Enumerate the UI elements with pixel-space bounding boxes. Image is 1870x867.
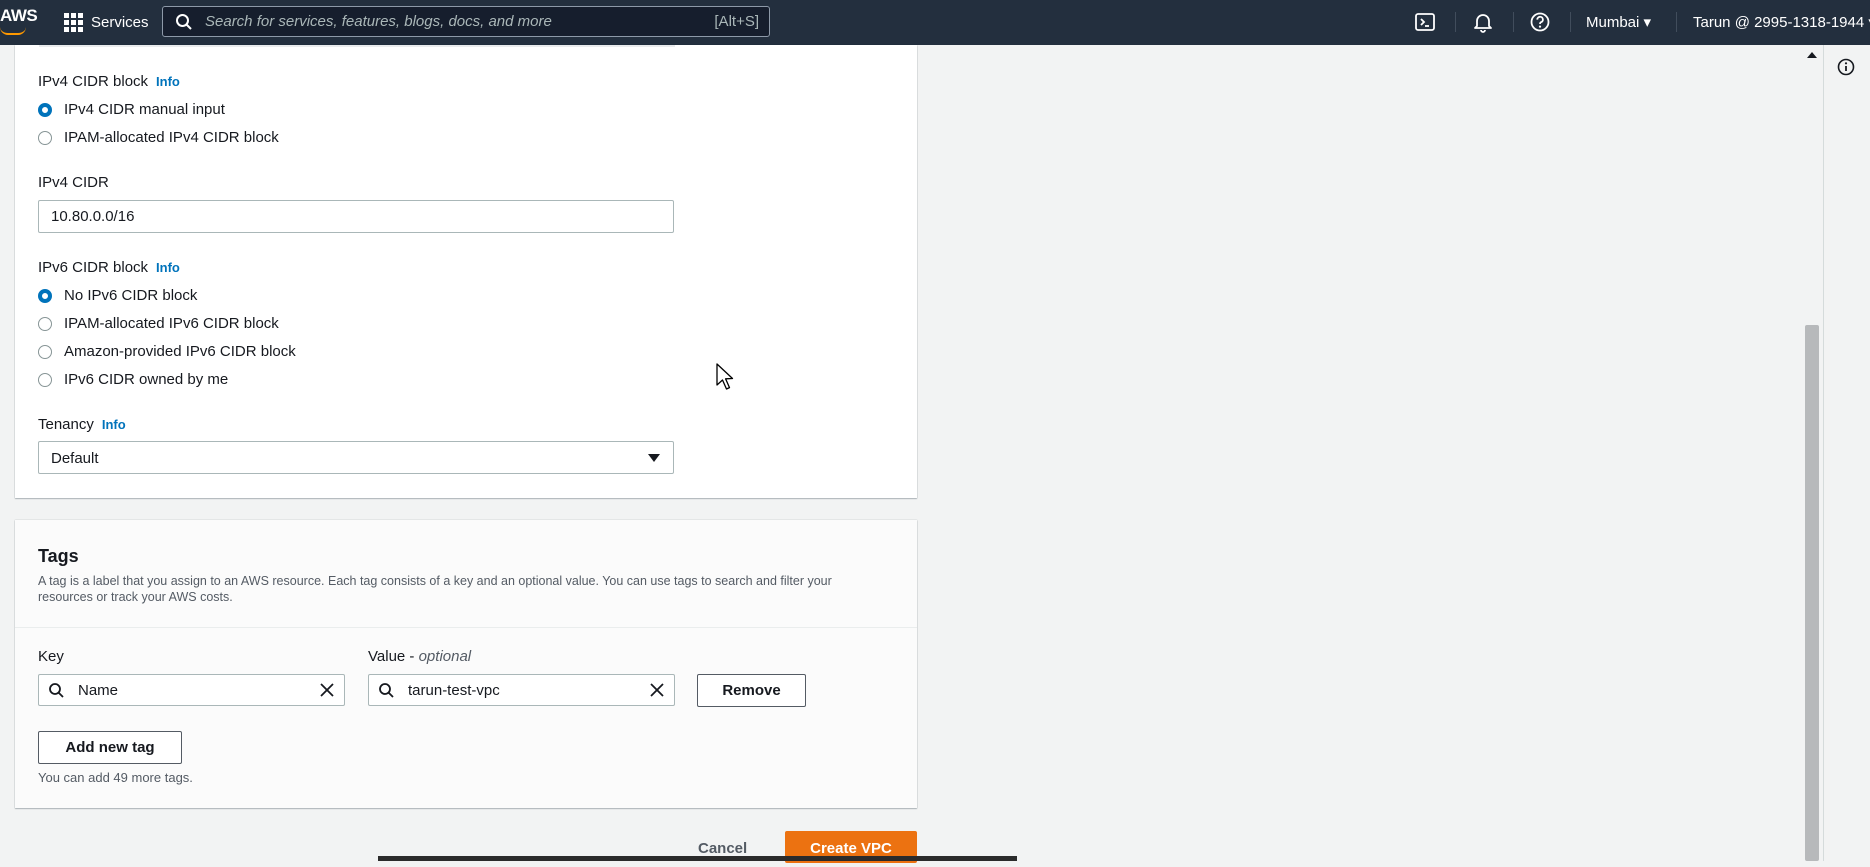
video-overlay-bar <box>378 856 1017 861</box>
radio-button[interactable] <box>38 130 52 145</box>
region-selector[interactable]: Mumbai ▾ <box>1586 13 1651 31</box>
tags-heading: Tags <box>38 546 79 566</box>
radio-ipv6-amazon[interactable]: Amazon-provided IPv6 CIDR block <box>38 343 296 360</box>
tag-key-value: Name <box>78 682 119 699</box>
radio-label: IPv4 CIDR manual input <box>64 101 225 118</box>
info-link[interactable]: Info <box>102 417 126 432</box>
remove-tag-button[interactable]: Remove <box>697 674 806 707</box>
nav-divider <box>1676 12 1677 32</box>
info-link[interactable]: Info <box>156 74 180 89</box>
help-icon[interactable] <box>1529 11 1551 33</box>
radio-label: IPAM-allocated IPv6 CIDR block <box>64 315 279 332</box>
search-shortcut-hint: [Alt+S] <box>714 13 759 30</box>
ipv4-cidr-block-label: IPv4 CIDR block Info <box>38 73 180 90</box>
nav-divider <box>1570 12 1571 32</box>
tag-value-label: Value - optional <box>368 648 472 665</box>
radio-button[interactable] <box>38 316 52 331</box>
search-icon <box>176 13 192 30</box>
add-new-tag-button[interactable]: Add new tag <box>38 731 182 764</box>
ipv6-cidr-block-label: IPv6 CIDR block Info <box>38 259 180 276</box>
scrollbar-thumb[interactable] <box>1805 325 1819 861</box>
tags-divider <box>15 627 917 628</box>
tags-remaining-hint: You can add 49 more tags. <box>38 770 193 785</box>
grid-menu-icon <box>64 12 83 32</box>
tags-description: A tag is a label that you assign to an A… <box>38 574 832 604</box>
info-panel-icon[interactable] <box>1837 58 1855 76</box>
nav-divider <box>1455 12 1456 32</box>
nav-divider <box>1513 12 1514 32</box>
panel-divider <box>39 45 675 47</box>
aws-logo[interactable]: AWS <box>0 6 38 26</box>
radio-label: No IPv6 CIDR block <box>64 287 198 304</box>
services-menu-button[interactable]: Services <box>64 10 149 34</box>
tenancy-selected-value: Default <box>51 450 99 467</box>
search-icon <box>49 683 64 698</box>
radio-label: IPAM-allocated IPv4 CIDR block <box>64 129 279 146</box>
clear-icon[interactable] <box>650 683 664 697</box>
ipv4-cidr-input[interactable] <box>38 200 674 233</box>
scroll-up-arrow-icon[interactable] <box>1807 52 1817 58</box>
search-icon <box>379 683 394 698</box>
cancel-button[interactable]: Cancel <box>698 840 747 857</box>
info-link[interactable]: Info <box>156 260 180 275</box>
ipv4-cidr-label: IPv4 CIDR <box>38 174 109 191</box>
tenancy-label: Tenancy Info <box>38 416 126 433</box>
radio-button-selected[interactable] <box>38 288 52 303</box>
aws-logo-smile <box>0 27 26 35</box>
rail-divider <box>1823 45 1824 861</box>
radio-button[interactable] <box>38 344 52 359</box>
bell-icon[interactable] <box>1472 11 1494 33</box>
radio-no-ipv6[interactable]: No IPv6 CIDR block <box>38 287 197 304</box>
tag-key-input[interactable]: Name <box>38 674 345 706</box>
radio-label: IPv6 CIDR owned by me <box>64 371 229 388</box>
radio-ipv6-ipam[interactable]: IPAM-allocated IPv6 CIDR block <box>38 315 279 332</box>
tag-value-value: tarun-test-vpc <box>408 682 500 699</box>
search-input[interactable] <box>203 12 715 31</box>
cloudshell-icon[interactable] <box>1414 11 1436 33</box>
radio-ipv6-owned[interactable]: IPv6 CIDR owned by me <box>38 371 228 388</box>
radio-ipv4-manual[interactable]: IPv4 CIDR manual input <box>38 101 225 118</box>
tag-key-label: Key <box>38 648 64 665</box>
clear-icon[interactable] <box>320 683 334 697</box>
caret-down-icon <box>648 454 660 462</box>
radio-label: Amazon-provided IPv6 CIDR block <box>64 343 296 360</box>
radio-button-selected[interactable] <box>38 102 52 117</box>
radio-ipv4-ipam[interactable]: IPAM-allocated IPv4 CIDR block <box>38 129 279 146</box>
radio-button[interactable] <box>38 372 52 387</box>
tenancy-select[interactable]: Default <box>38 441 674 474</box>
tag-value-input[interactable]: tarun-test-vpc <box>368 674 675 706</box>
services-label: Services <box>91 13 149 31</box>
top-navigation-bar: AWS Services [Alt+S] Mumbai ▾ Tarun @ 29… <box>0 0 1870 45</box>
account-menu[interactable]: Tarun @ 2995-1318-1944 ▾ <box>1693 13 1870 31</box>
global-search[interactable]: [Alt+S] <box>162 6 770 37</box>
